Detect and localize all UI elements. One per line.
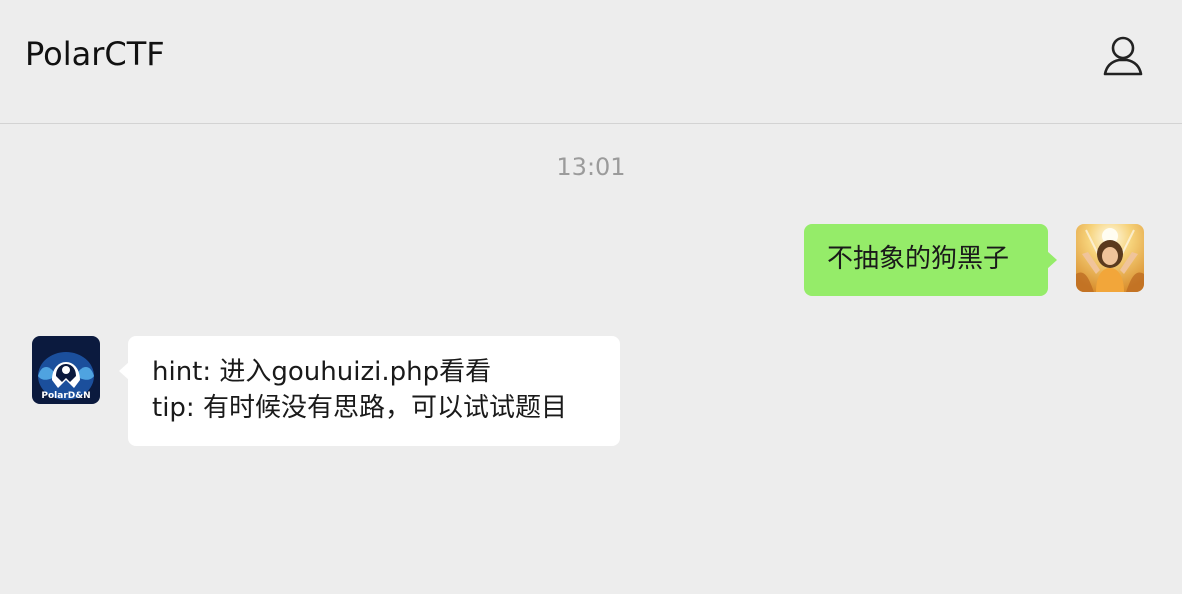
bot-avatar[interactable]: PolarD&N — [32, 336, 100, 404]
profile-button[interactable] — [1100, 34, 1146, 78]
chat-window: PolarCTF 13:01 不抽象的狗黑子 PolarD&N hint: 进入… — [0, 0, 1182, 594]
chat-title: PolarCTF — [25, 35, 165, 73]
chat-header: PolarCTF — [0, 0, 1182, 124]
message-text-line-1: hint: 进入gouhuizi.php看看 — [152, 357, 492, 387]
logo-text: PolarD&N — [41, 391, 90, 401]
my-avatar[interactable] — [1076, 224, 1144, 292]
user-avatar — [1076, 224, 1144, 292]
outgoing-message[interactable]: 不抽象的狗黑子 — [804, 224, 1057, 296]
message-text-line-2: tip: 有时候没有思路，可以试试题目 — [152, 393, 567, 423]
message-text: 不抽象的狗黑子 — [827, 244, 1010, 274]
user-icon — [1103, 36, 1143, 76]
polard-n-logo: PolarD&N — [32, 336, 100, 404]
message-timestamp: 13:01 — [556, 153, 626, 181]
incoming-message[interactable]: hint: 进入gouhuizi.php看看 tip: 有时候没有思路，可以试试… — [119, 336, 620, 446]
